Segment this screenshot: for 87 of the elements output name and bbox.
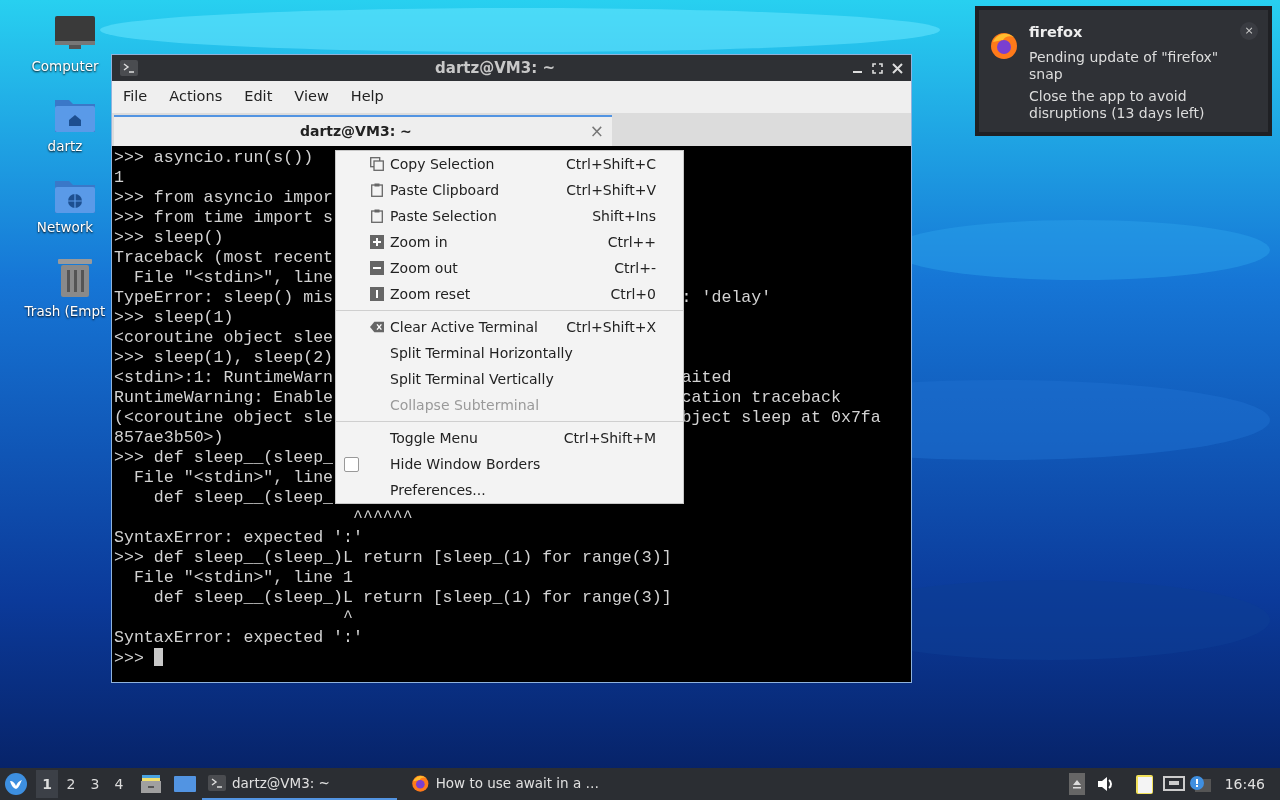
terminal-line: (<coroutine object sle: [114, 408, 334, 427]
menu-item[interactable]: Paste Clipboard Ctrl+Shift+V: [336, 177, 683, 203]
zoom-out-icon: [370, 261, 384, 275]
window-icon[interactable]: [174, 775, 196, 793]
terminal-line: File "<stdin>", line: [132, 268, 334, 287]
terminal-icon: [208, 775, 226, 791]
clipboard-icon: [370, 209, 384, 223]
menu-item[interactable]: Split Terminal Vertically: [336, 366, 683, 392]
app-icon: [411, 773, 430, 793]
icon-label: Network: [36, 217, 94, 237]
terminal-line: >>> sleep(): [114, 228, 224, 247]
window-title: dartz@VM3: ~: [434, 57, 556, 79]
icon-label: Trash (Empt: [24, 301, 106, 321]
maximize-icon[interactable]: [872, 62, 883, 74]
terminal-line: SyntaxError: expected ':': [114, 528, 363, 547]
menu-item[interactable]: Split Terminal Horizontally: [336, 340, 683, 366]
info-icon[interactable]: [1188, 775, 1211, 793]
menu-item[interactable]: Help: [339, 86, 395, 108]
terminal-line: File "<stdin>", line 1: [132, 568, 353, 587]
start-icon[interactable]: [4, 772, 28, 796]
terminal-line: <stdin>:1: RuntimeWarn: [114, 368, 334, 387]
terminal-line: >>> def sleep__(sleep_)L return [sleep_(1) for range(3)]: [114, 548, 672, 567]
task-button[interactable]: dartz@VM3: ~: [202, 768, 397, 800]
clipboard-icon: [370, 183, 384, 197]
menu-item[interactable]: Toggle Menu Ctrl+Shift+M: [336, 425, 683, 451]
terminal-line: SyntaxError: expected ':': [114, 628, 363, 647]
workspace-button[interactable]: 3: [84, 770, 106, 798]
icon-label: dartz: [47, 137, 83, 157]
menu-item[interactable]: View: [283, 86, 340, 108]
terminal-line: >>> sleep(1): [114, 308, 234, 327]
close-icon[interactable]: [892, 62, 903, 74]
notification-title: firefox: [1029, 23, 1084, 42]
terminal-line: cation traceback: [681, 388, 841, 408]
terminal-line: 857ae3b50>): [114, 428, 224, 447]
tab-close-button[interactable]: ×: [589, 123, 604, 140]
zoom-in-icon: [370, 235, 384, 249]
file-cabinet-icon[interactable]: [140, 774, 162, 794]
notification-text: Close the app to avoid disruptions (13 days left): [1029, 87, 1206, 122]
terminal-line: RuntimeWarning: Enable: [114, 388, 334, 407]
zoom-reset-icon: [370, 287, 384, 301]
menu-item[interactable]: Zoom reset Ctrl+0: [336, 281, 683, 307]
clock: 16:46: [1224, 774, 1265, 794]
volume-icon[interactable]: [1096, 776, 1115, 792]
terminal-line: ^: [342, 608, 353, 627]
notification-text: Pending update of "firefox" snap: [1029, 48, 1220, 83]
menu-item[interactable]: Zoom in Ctrl++: [336, 229, 683, 255]
terminal-line: aited: [681, 368, 732, 388]
app-icon: [989, 30, 1019, 60]
workspace-button[interactable]: 1: [36, 770, 58, 798]
terminal-icon: [120, 60, 138, 76]
terminal-line: File "<stdin>", line: [132, 468, 334, 487]
terminal-line: >>> def sleep__(sleep_: [114, 448, 334, 467]
terminal-line: : 'delay': [681, 288, 772, 308]
icon-label: Computer: [31, 57, 99, 76]
terminal-line: >>> asyncio.run(s()): [114, 148, 314, 167]
workspace-button[interactable]: 2: [60, 770, 82, 798]
menu-item[interactable]: File: [112, 86, 159, 108]
copy-icon: [370, 157, 384, 171]
task-button[interactable]: How to use await in a …: [405, 768, 605, 800]
menu-item[interactable]: Actions: [158, 86, 234, 108]
clear-icon: [370, 320, 384, 334]
menu-item[interactable]: Edit: [233, 86, 284, 108]
close-button[interactable]: ×: [1240, 22, 1258, 40]
menu-item[interactable]: Preferences...: [336, 477, 683, 503]
menu-item[interactable]: Copy Selection Ctrl+Shift+C: [336, 151, 683, 177]
terminal-line: def sleep__(sleep_)L return [sleep_(1) for range(3)]: [152, 588, 672, 607]
terminal-line: <coroutine object slee: [114, 328, 334, 347]
checkbox[interactable]: [344, 456, 359, 472]
menu-item[interactable]: Clear Active Terminal Ctrl+Shift+X: [336, 314, 683, 340]
terminal-line: >>>: [114, 649, 145, 668]
terminal-line: Traceback (most recent: [114, 248, 334, 267]
terminal-line: TypeError: sleep() mis: [114, 288, 334, 307]
terminal-line: 1: [114, 168, 124, 187]
clipboard-icon[interactable]: [1134, 773, 1155, 795]
tab[interactable]: dartz@VM3: ~ ×: [114, 115, 612, 146]
menu-item[interactable]: Paste Selection Shift+Ins: [336, 203, 683, 229]
menu-item[interactable]: Zoom out Ctrl+-: [336, 255, 683, 281]
terminal-line: >>> from time import s: [114, 208, 334, 227]
menu-item[interactable]: Hide Window Borders: [336, 451, 683, 477]
workspace-button[interactable]: 4: [108, 770, 130, 798]
terminal-line: >>> from asyncio impor: [114, 188, 334, 207]
eject-icon[interactable]: [1068, 773, 1085, 795]
terminal-line: def sleep__(sleep_: [152, 488, 334, 507]
cursor: [153, 648, 163, 666]
terminal-line: >>> sleep(1), sleep(2): [114, 348, 334, 367]
terminal-line: ^^^^^^: [352, 508, 413, 527]
network-icon[interactable]: [1162, 775, 1185, 793]
